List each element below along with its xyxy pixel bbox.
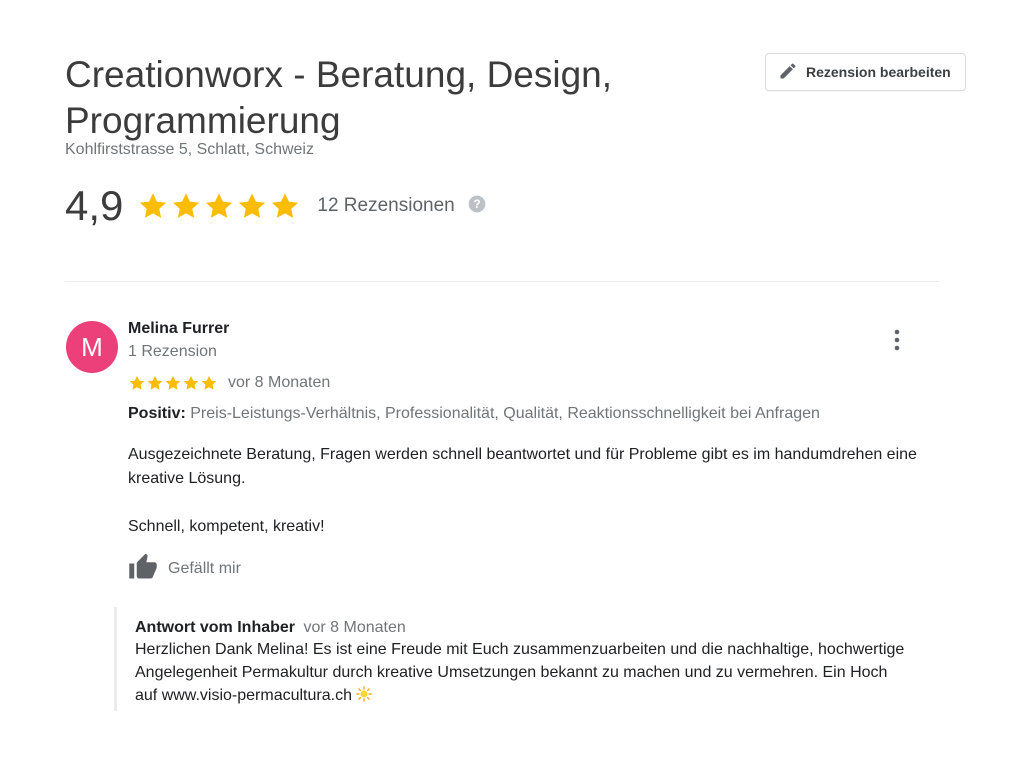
positive-attributes: Positiv: Preis-Leistungs-Verhältnis, Pro… xyxy=(128,405,820,423)
like-label: Gefällt mir xyxy=(168,559,241,577)
more-vert-icon xyxy=(894,329,900,351)
owner-reply-header: Antwort vom Inhaber vor 8 Monaten xyxy=(135,619,914,637)
rating-summary: 4,9 12 Rezensionen ? xyxy=(65,182,487,230)
business-title: Creationworx - Beratung, Design, Program… xyxy=(65,54,613,141)
owner-reply-text: Herzlichen Dank Melina! Es ist eine Freu… xyxy=(135,641,905,704)
star-icon xyxy=(272,193,299,218)
like-button[interactable]: Gefällt mir xyxy=(128,552,241,585)
star-icon xyxy=(173,193,200,218)
reviewer-review-count[interactable]: 1 Rezension xyxy=(128,343,217,361)
star-icon xyxy=(201,375,217,390)
avatar[interactable]: M xyxy=(66,321,118,373)
star-icon xyxy=(147,375,163,390)
sun-icon xyxy=(356,686,372,702)
owner-reply-date: vor 8 Monaten xyxy=(303,619,406,636)
reviewer-name[interactable]: Melina Furrer xyxy=(128,320,229,338)
review-paragraph: Ausgezeichnete Beratung, Fragen werden s… xyxy=(128,446,917,487)
help-icon[interactable]: ? xyxy=(467,194,487,219)
review-paragraph: Schnell, kompetent, kreativ! xyxy=(128,518,325,535)
star-icon xyxy=(165,375,181,390)
star-icon xyxy=(239,193,266,218)
pencil-icon xyxy=(778,61,798,84)
edit-review-label: Rezension bearbeiten xyxy=(806,64,951,80)
star-icon xyxy=(129,375,145,390)
owner-reply-title: Antwort vom Inhaber xyxy=(135,619,296,636)
star-icon xyxy=(206,193,233,218)
review-rating: vor 8 Monaten xyxy=(128,374,330,392)
positive-text: Preis-Leistungs-Verhältnis, Professional… xyxy=(190,405,820,422)
edit-review-button[interactable]: Rezension bearbeiten xyxy=(765,53,966,91)
rating-stars xyxy=(137,190,301,222)
star-icon xyxy=(183,375,199,390)
review-date: vor 8 Monaten xyxy=(228,374,331,391)
owner-reply: Antwort vom Inhaber vor 8 Monaten Herzli… xyxy=(114,607,914,711)
rating-value: 4,9 xyxy=(65,182,124,229)
review-text: Ausgezeichnete Beratung, Fragen werden s… xyxy=(128,443,958,539)
business-address: Kohlfirststrasse 5, Schlatt, Schweiz xyxy=(65,141,314,158)
svg-text:?: ? xyxy=(473,198,480,211)
review-count[interactable]: 12 Rezensionen xyxy=(317,195,454,217)
star-icon xyxy=(140,193,167,218)
review-stars xyxy=(128,374,218,392)
divider xyxy=(65,281,939,282)
more-options-button[interactable] xyxy=(886,328,908,352)
positive-label: Positiv: xyxy=(128,405,186,422)
thumb-up-icon xyxy=(128,552,158,585)
owner-reply-text-block: Herzlichen Dank Melina! Es ist eine Freu… xyxy=(135,638,905,707)
